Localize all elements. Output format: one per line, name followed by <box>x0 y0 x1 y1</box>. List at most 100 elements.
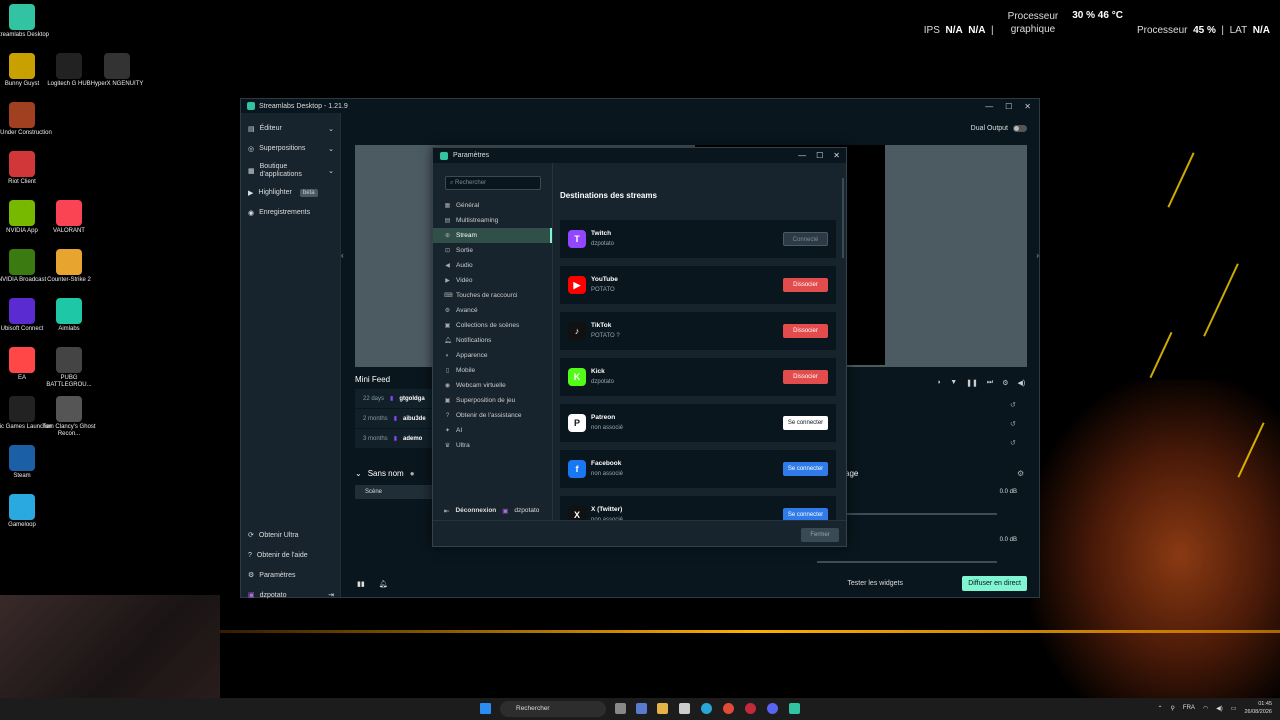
chrome-icon[interactable] <box>723 703 734 714</box>
windows-start-icon[interactable] <box>480 703 491 714</box>
close-icon[interactable]: ✕ <box>833 151 840 160</box>
desktop-shortcut[interactable]: Streamlabs Desktop <box>0 4 52 39</box>
sidebar-item-editor[interactable]: ▤ Éditeur ⌄ <box>241 119 340 139</box>
maximize-icon[interactable]: ☐ <box>816 151 823 160</box>
sidebar-item-recordings[interactable]: ◉ Enregistrements <box>241 203 340 223</box>
edge-icon[interactable] <box>701 703 712 714</box>
test-widgets-button[interactable]: Tester les widgets <box>847 580 903 587</box>
refresh-icon[interactable]: ↺ <box>1010 396 1016 415</box>
connected-button[interactable]: Connecté <box>783 232 828 246</box>
battery-icon[interactable]: ▭ <box>1231 705 1237 712</box>
settings-nav-globe[interactable]: ⊕ Stream <box>433 228 552 243</box>
collapse-scenes-icon[interactable]: ⌄ <box>355 469 362 478</box>
filter-icon[interactable]: ▼ <box>950 379 957 387</box>
notification-icon[interactable]: 🔔︎ <box>379 580 388 588</box>
settings-nav-gear[interactable]: ⚙ Avancé <box>433 303 552 318</box>
desktop-shortcut[interactable]: IQ Under Construction <box>0 102 52 137</box>
unlink-button[interactable]: Dissocier <box>783 370 828 384</box>
store-icon[interactable] <box>679 703 690 714</box>
volume-slider[interactable] <box>817 561 997 563</box>
taskbar-search[interactable]: Rechercher <box>500 701 606 717</box>
desktop-shortcut[interactable]: PUBG BATTLEGROU... <box>39 347 99 389</box>
settings-nav-collection[interactable]: ▣ Collections de scènes <box>433 318 552 333</box>
chevron-down-icon[interactable]: ⌄ <box>328 167 334 175</box>
shield-icon[interactable]: ◗ <box>937 379 941 387</box>
settings-nav-ultra[interactable]: ♛ Ultra <box>433 438 552 453</box>
settings-titlebar[interactable]: Paramètres — ☐ ✕ <box>433 148 846 163</box>
settings-nav-multistream[interactable]: ▤ Multistreaming <box>433 213 552 228</box>
settings-search-input[interactable]: ⌕ Rechercher <box>445 176 541 190</box>
sidebar-item-overlay[interactable]: ◎ Superpositions ⌄ <box>241 139 340 159</box>
desktop-shortcut[interactable]: Riot Client <box>0 151 52 186</box>
scene-collection-name[interactable]: Sans nom <box>368 469 404 478</box>
settings-nav-palette[interactable]: ◐ Apparence <box>433 348 552 363</box>
desktop-shortcut[interactable]: Steam <box>0 445 52 480</box>
sidebar-item-ultra[interactable]: ⟳ Obtenir Ultra <box>241 525 340 545</box>
logout-icon[interactable]: ⇥ <box>328 591 334 599</box>
language-indicator[interactable]: FRA <box>1183 705 1195 711</box>
minimize-icon[interactable]: — <box>798 151 806 160</box>
desktop-shortcut[interactable]: Gameloop <box>0 494 52 529</box>
settings-nav-overlay[interactable]: ▣ Superposition de jeu <box>433 393 552 408</box>
toggle-switch[interactable] <box>1013 125 1027 132</box>
dual-output-toggle[interactable]: Dual Output <box>971 125 1027 132</box>
unlink-button[interactable]: Dissocier <box>783 324 828 338</box>
streamlabs-taskbar-icon[interactable] <box>789 703 800 714</box>
pause-icon[interactable]: ❚❚ <box>966 379 978 387</box>
window-titlebar[interactable]: Streamlabs Desktop - 1.21.9 — ☐ ✕ <box>241 99 1039 113</box>
connect-button[interactable]: Se connecter <box>783 416 828 430</box>
logout-button[interactable]: Déconnexion <box>455 507 496 515</box>
close-button[interactable]: Fermer <box>801 528 839 542</box>
mixer-settings-icon[interactable]: ⚙ <box>1017 469 1024 478</box>
speaker-icon[interactable]: ◀) <box>1216 705 1223 712</box>
refresh-icon[interactable]: ↺ <box>1010 434 1016 453</box>
sidebar-item-settings[interactable]: ⚙ Paramètres <box>241 565 340 585</box>
clock[interactable]: 01:45 26/08/2026 <box>1244 700 1272 716</box>
settings-icon[interactable]: ⚙ <box>1002 379 1008 387</box>
unlink-button[interactable]: Dissocier <box>783 278 828 292</box>
desktop-shortcut[interactable]: Counter-Strike 2 <box>39 249 99 284</box>
next-icon[interactable]: ⏭ <box>987 379 993 387</box>
connect-button[interactable]: Se connecter <box>783 462 828 476</box>
desktop-shortcut[interactable]: Aimlabs <box>39 298 99 333</box>
stats-icon[interactable]: ▮▮ <box>357 580 365 588</box>
sidebar-item-highlighter[interactable]: ▶ Highlighter beta <box>241 183 340 203</box>
settings-nav-audio[interactable]: ◀ Audio <box>433 258 552 273</box>
scrollbar[interactable] <box>842 178 844 258</box>
volume-icon[interactable]: ◀) <box>1018 379 1026 387</box>
sidebar-item-help[interactable]: ? Obtenir de l'aide <box>241 545 340 565</box>
collapse-left-icon[interactable]: ‹ <box>341 251 344 260</box>
settings-nav-help[interactable]: ? Obtenir de l'assistance <box>433 408 552 423</box>
file-explorer-icon[interactable] <box>657 703 668 714</box>
logout-row[interactable]: ⇤ Déconnexion ▣ dzpotato <box>444 507 539 515</box>
wifi-icon[interactable]: ◠ <box>1203 705 1208 712</box>
desktop-shortcut[interactable]: Tom Clancy's Ghost Recon... <box>39 396 99 438</box>
settings-nav-keyboard[interactable]: ⌨ Touches de raccourci <box>433 288 552 303</box>
sidebar-item-account[interactable]: ▣ dzpotato ⇥ <box>241 585 340 605</box>
maximize-icon[interactable]: ☐ <box>1005 102 1012 111</box>
network-icon[interactable]: ⚲ <box>1171 705 1175 712</box>
refresh-icon[interactable]: ↺ <box>1010 415 1016 434</box>
sidebar-item-app-store[interactable]: ▦ Boutique d'applications ⌄ <box>241 159 340 183</box>
collapse-right-icon[interactable]: › <box>1036 251 1039 260</box>
settings-nav-mobile[interactable]: ▯ Mobile <box>433 363 552 378</box>
close-icon[interactable]: ✕ <box>1024 102 1031 111</box>
chevron-down-icon[interactable]: ⌄ <box>328 145 334 153</box>
chevron-up-icon[interactable]: ⌃ <box>1157 705 1162 712</box>
settings-nav-grid[interactable]: ▦ Général <box>433 198 552 213</box>
settings-nav-video[interactable]: ▶ Vidéo <box>433 273 552 288</box>
settings-nav-ai[interactable]: ✦ AI <box>433 423 552 438</box>
add-scene-icon[interactable]: ● <box>410 469 415 478</box>
desktop-shortcut[interactable]: VALORANT <box>39 200 99 235</box>
discord-icon[interactable] <box>767 703 778 714</box>
settings-nav-output[interactable]: ⊡ Sortie <box>433 243 552 258</box>
minimize-icon[interactable]: — <box>985 102 993 111</box>
settings-nav-bell[interactable]: 🔔︎ Notifications <box>433 333 552 348</box>
task-view-icon[interactable] <box>615 703 626 714</box>
riot-taskbar-icon[interactable] <box>745 703 756 714</box>
teams-icon[interactable] <box>636 703 647 714</box>
settings-nav-webcam[interactable]: ◉ Webcam virtuelle <box>433 378 552 393</box>
desktop-shortcut[interactable]: HyperX NGENUITY <box>87 53 147 88</box>
chevron-down-icon[interactable]: ⌄ <box>328 125 334 133</box>
go-live-button[interactable]: Diffuser en direct <box>962 576 1027 591</box>
